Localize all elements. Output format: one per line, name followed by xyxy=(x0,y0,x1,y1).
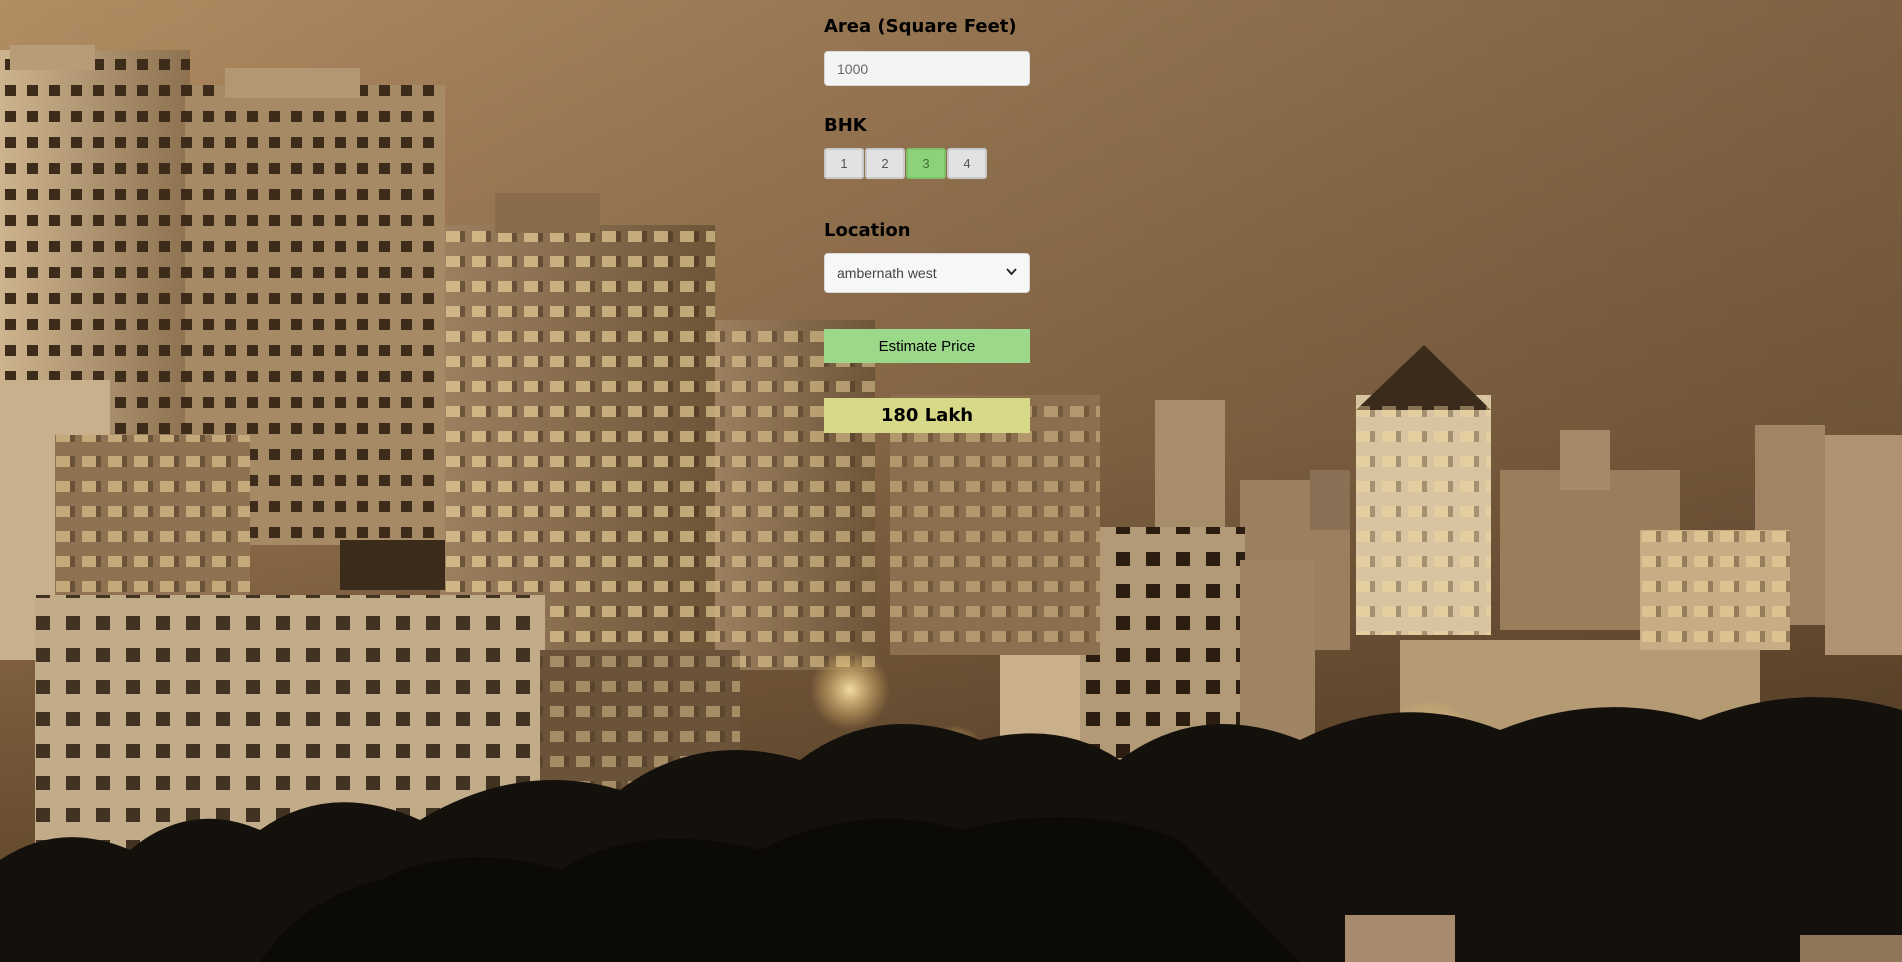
location-label: Location xyxy=(824,220,911,241)
estimated-price-result: 180 Lakh xyxy=(824,398,1030,433)
chevron-down-icon xyxy=(1006,267,1017,279)
estimate-price-button[interactable]: Estimate Price xyxy=(824,329,1030,363)
area-input[interactable] xyxy=(824,51,1030,86)
area-label: Area (Square Feet) xyxy=(824,16,1017,37)
bhk-option-1[interactable]: 1 xyxy=(824,148,864,179)
location-select[interactable]: ambernath west xyxy=(824,253,1030,293)
bhk-option-3[interactable]: 3 xyxy=(906,148,946,179)
bhk-label: BHK xyxy=(824,115,867,136)
bhk-option-2[interactable]: 2 xyxy=(865,148,905,179)
city-background-image xyxy=(0,0,1902,962)
bhk-selector: 1 2 3 4 xyxy=(824,148,988,179)
location-selected-value: ambernath west xyxy=(837,265,937,281)
bhk-option-4[interactable]: 4 xyxy=(947,148,987,179)
